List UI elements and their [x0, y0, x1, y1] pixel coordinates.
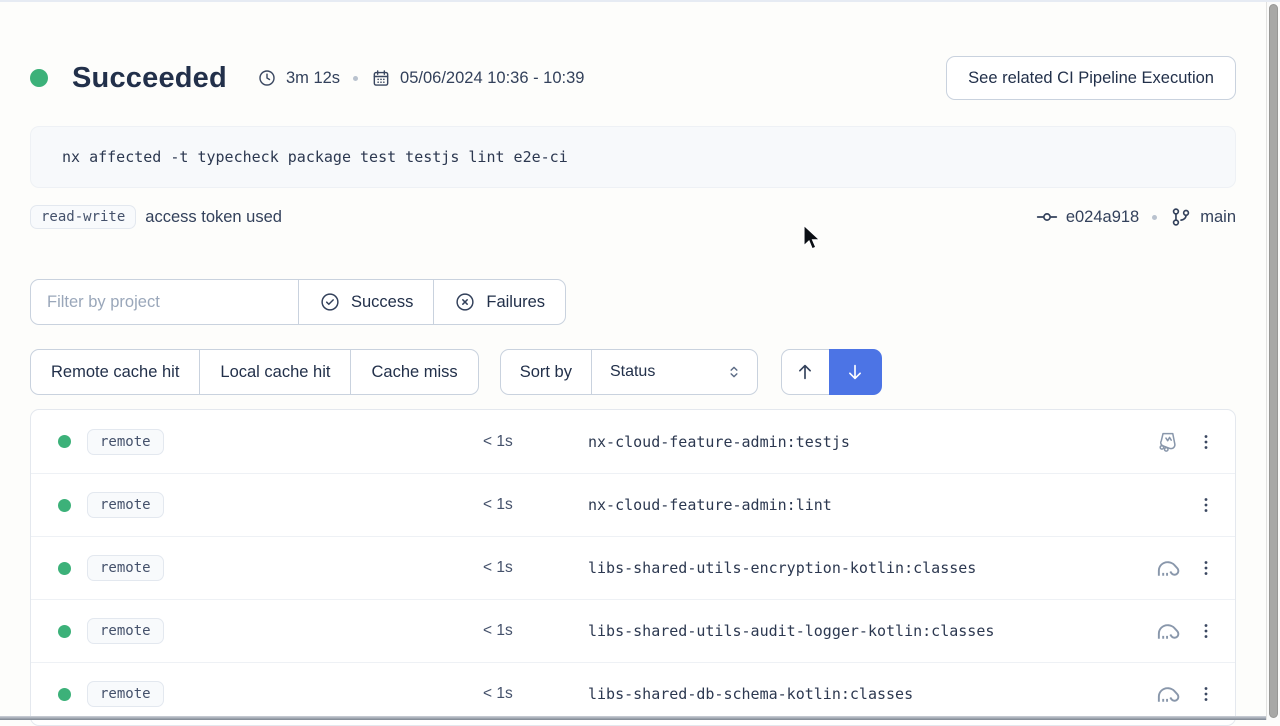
gradle-icon: [1145, 558, 1191, 578]
kebab-menu-icon: [1196, 432, 1216, 452]
commit-link[interactable]: e024a918: [1036, 206, 1139, 228]
cache-source-cell: remote: [71, 559, 483, 577]
project-filter-input[interactable]: [31, 280, 298, 324]
cache-source-cell: remote: [71, 622, 483, 640]
filter-bar: Success Failures: [30, 279, 1236, 325]
task-name-link[interactable]: libs-shared-utils-audit-logger-kotlin:cl…: [543, 622, 1145, 640]
scrollbar-thumb[interactable]: [1269, 4, 1278, 718]
task-duration: < 1s: [483, 685, 543, 703]
row-menu-button[interactable]: [1191, 485, 1221, 525]
task-table: remote < 1s nx-cloud-feature-admin:testj…: [30, 409, 1236, 726]
remote-cache-hit-button[interactable]: Remote cache hit: [31, 350, 199, 394]
run-details-page: Succeeded 3m 12s 05/06/2024 10:36 - 10:3…: [30, 0, 1236, 726]
sort-by-label: Sort by: [501, 350, 591, 394]
vcs-info: e024a918 main: [1036, 206, 1236, 228]
token-scope-badge: read-write: [30, 205, 136, 229]
cache-miss-button[interactable]: Cache miss: [350, 350, 477, 394]
status-dot: [30, 69, 48, 87]
arrow-down-icon: [844, 361, 866, 383]
branch-label: main: [1170, 206, 1236, 228]
task-status-dot: [58, 562, 71, 575]
row-menu-button[interactable]: [1191, 548, 1221, 588]
arrow-up-icon: [794, 361, 816, 383]
filter-success-button[interactable]: Success: [298, 280, 433, 324]
kebab-menu-icon: [1196, 495, 1216, 515]
table-row: remote < 1s nx-cloud-feature-admin:testj…: [31, 410, 1235, 473]
task-status-dot: [58, 435, 71, 448]
sort-descending-button[interactable]: [829, 349, 882, 395]
kebab-menu-icon: [1196, 558, 1216, 578]
check-circle-icon: [319, 291, 341, 313]
table-row: remote < 1s nx-cloud-feature-admin:lint: [31, 473, 1235, 536]
task-status-dot: [58, 625, 71, 638]
page-title: Succeeded: [72, 62, 227, 95]
run-date-range: 05/06/2024 10:36 - 10:39: [400, 69, 584, 88]
sort-ascending-button[interactable]: [781, 349, 829, 395]
row-menu-button[interactable]: [1191, 674, 1221, 714]
filter-failures-button[interactable]: Failures: [433, 280, 565, 324]
sort-direction-group: [781, 349, 882, 395]
cache-source-cell: remote: [71, 496, 483, 514]
table-row: remote < 1s libs-shared-utils-audit-logg…: [31, 599, 1235, 662]
token-label: access token used: [145, 208, 282, 227]
cache-sort-toolbar: Remote cache hit Local cache hit Cache m…: [30, 349, 1236, 395]
commit-hash: e024a918: [1066, 208, 1139, 227]
jest-icon: [1145, 429, 1191, 455]
run-header: Succeeded 3m 12s 05/06/2024 10:36 - 10:3…: [30, 56, 1236, 100]
task-name-link[interactable]: nx-cloud-feature-admin:lint: [543, 496, 1145, 514]
kebab-menu-icon: [1196, 621, 1216, 641]
bottom-edge: [0, 716, 1266, 720]
gradle-icon: [1145, 684, 1191, 704]
cache-source-badge: remote: [87, 429, 164, 455]
run-command: nx affected -t typecheck package test te…: [30, 126, 1236, 188]
gradle-icon: [1145, 621, 1191, 641]
cache-source-badge: remote: [87, 555, 164, 581]
clock-icon: [257, 68, 277, 88]
table-row: remote < 1s libs-shared-utils-encryption…: [31, 536, 1235, 599]
row-menu-button[interactable]: [1191, 611, 1221, 651]
cache-source-badge: remote: [87, 618, 164, 644]
sort-group: Sort by Status: [500, 349, 758, 395]
dot-separator: [1152, 215, 1157, 220]
see-related-ci-pipeline-button[interactable]: See related CI Pipeline Execution: [946, 56, 1236, 100]
sort-selected-value: Status: [610, 363, 655, 381]
cache-source-cell: remote: [71, 433, 483, 451]
run-meta: 3m 12s 05/06/2024 10:36 - 10:39: [257, 68, 585, 88]
row-menu-button[interactable]: [1191, 422, 1221, 462]
task-name-link[interactable]: nx-cloud-feature-admin:testjs: [543, 433, 1145, 451]
run-duration: 3m 12s: [286, 69, 340, 88]
branch-icon: [1170, 206, 1192, 228]
project-filter-group: Success Failures: [30, 279, 566, 325]
calendar-icon: [371, 68, 391, 88]
sort-select[interactable]: Status: [591, 350, 757, 394]
task-status-dot: [58, 688, 71, 701]
local-cache-hit-button[interactable]: Local cache hit: [199, 350, 350, 394]
task-name-link[interactable]: libs-shared-db-schema-kotlin:classes: [543, 685, 1145, 703]
cache-source-badge: remote: [87, 681, 164, 707]
task-duration: < 1s: [483, 622, 543, 640]
filter-success-label: Success: [351, 293, 413, 312]
task-name-link[interactable]: libs-shared-utils-encryption-kotlin:clas…: [543, 559, 1145, 577]
x-circle-icon: [454, 291, 476, 313]
cache-source-cell: remote: [71, 685, 483, 703]
task-status-dot: [58, 499, 71, 512]
cache-source-badge: remote: [87, 492, 164, 518]
kebab-menu-icon: [1196, 684, 1216, 704]
task-duration: < 1s: [483, 433, 543, 451]
dot-separator: [353, 76, 358, 81]
vertical-scrollbar[interactable]: [1266, 2, 1280, 720]
commit-icon: [1036, 206, 1058, 228]
task-duration: < 1s: [483, 559, 543, 577]
task-duration: < 1s: [483, 496, 543, 514]
select-chevrons-icon: [724, 362, 744, 382]
branch-name: main: [1200, 208, 1236, 227]
filter-failures-label: Failures: [486, 293, 545, 312]
token-row: read-write access token used e024a918 ma…: [30, 205, 1236, 229]
cache-filter-group: Remote cache hit Local cache hit Cache m…: [30, 349, 479, 395]
